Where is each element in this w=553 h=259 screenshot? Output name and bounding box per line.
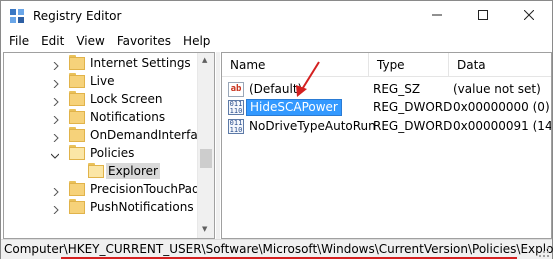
minimize-icon: [432, 9, 442, 23]
folder-icon: [69, 181, 85, 196]
folder-icon: [69, 199, 85, 214]
tree-item-live[interactable]: Live: [4, 72, 200, 90]
tree-item-label: Explorer: [106, 163, 160, 179]
menu-favorites[interactable]: Favorites: [111, 31, 177, 51]
string-value-icon: ab: [228, 82, 244, 97]
registry-path[interactable]: Computer\HKEY_CURRENT_USER\Software\Micr…: [4, 242, 553, 256]
tree-item-ondemandinterfacecache[interactable]: OnDemandInterfaceC: [4, 126, 214, 144]
folder-open-icon: [88, 163, 104, 178]
folder-icon: [69, 127, 85, 142]
column-header-data[interactable]: Data: [449, 53, 551, 77]
tree-item-label: Lock Screen: [90, 92, 163, 106]
window-title: Registry Editor: [33, 9, 122, 23]
minimize-button[interactable]: [414, 1, 460, 31]
value-row-nodrivetypeautorun[interactable]: 011 110 NoDriveTypeAutoRun REG_DWORD 0x0…: [222, 117, 551, 136]
tree-item-precisiontouchpad[interactable]: PrecisionTouchPad: [4, 180, 200, 198]
value-name: NoDriveTypeAutoRun: [249, 119, 376, 133]
scroll-up-arrow-icon[interactable]: ▲: [202, 56, 207, 64]
menu-edit[interactable]: Edit: [35, 31, 70, 51]
maximize-icon: [478, 9, 488, 23]
menu-file[interactable]: File: [1, 31, 35, 51]
scrollbar-thumb[interactable]: [200, 149, 212, 168]
value-row-hidescapower[interactable]: 011 110 HideSCAPower REG_DWORD 0x0000000…: [222, 98, 551, 117]
tree-item-label: Live: [90, 74, 115, 88]
dword-value-icon: 011 110: [228, 119, 244, 134]
status-bar: Computer\HKEY_CURRENT_USER\Software\Micr…: [1, 239, 553, 259]
registry-key-tree[interactable]: Internet Settings Live Lock Screen Notif…: [3, 52, 215, 239]
tree-item-pushnotifications[interactable]: PushNotifications: [4, 198, 200, 216]
close-icon: [523, 9, 535, 23]
chevron-right-icon[interactable]: [52, 203, 60, 215]
value-row-default[interactable]: ab (Default) REG_SZ (value not set): [222, 80, 551, 99]
menu-help[interactable]: Help: [177, 31, 216, 51]
tree-item-notifications[interactable]: Notifications: [4, 108, 200, 126]
folder-icon: [69, 73, 85, 88]
close-button[interactable]: [506, 1, 552, 31]
tree-item-policies[interactable]: Policies: [4, 144, 200, 162]
chevron-right-icon[interactable]: [52, 59, 60, 71]
tree-item-label: Notifications: [90, 110, 166, 124]
registry-editor-icon: [9, 8, 25, 24]
folder-open-icon: [69, 145, 85, 160]
tree-item-label: Policies: [90, 146, 135, 160]
value-type: REG_DWORD: [373, 100, 453, 114]
folder-icon: [69, 91, 85, 106]
list-header: Name Type Data: [222, 53, 551, 77]
dword-icon-bottom-digits: 110: [229, 107, 243, 115]
folder-icon: [69, 109, 85, 124]
chevron-right-icon[interactable]: [52, 185, 60, 197]
value-type: REG_SZ: [373, 82, 421, 96]
menu-bar: File Edit View Favorites Help: [1, 31, 552, 51]
chevron-right-icon[interactable]: [52, 113, 60, 125]
chevron-down-icon[interactable]: [50, 149, 60, 159]
tree-item-label: PushNotifications: [90, 200, 194, 214]
pane-splitter[interactable]: [216, 52, 220, 239]
value-data: 0x00000000 (0): [453, 100, 550, 114]
maximize-button[interactable]: [460, 1, 506, 31]
value-name: (Default): [249, 82, 303, 96]
value-name-rename-field[interactable]: HideSCAPower: [246, 99, 342, 116]
tree-vertical-scrollbar[interactable]: ▲ ▼: [197, 53, 214, 238]
tree-item-explorer[interactable]: Explorer: [4, 162, 200, 180]
dword-value-icon: 011 110: [228, 100, 244, 115]
menu-view[interactable]: View: [70, 31, 110, 51]
registry-values-list[interactable]: Name Type Data ab (Default) REG_SZ (valu…: [221, 52, 552, 239]
tree-item-internet-settings[interactable]: Internet Settings: [4, 54, 200, 72]
column-header-type[interactable]: Type: [369, 53, 449, 77]
registry-editor-window: Registry Editor File Edit View Favorites…: [0, 0, 553, 259]
folder-icon: [69, 55, 85, 70]
tree-item-label: OnDemandInterfaceC: [90, 128, 215, 142]
tree-item-label: Internet Settings: [90, 56, 191, 70]
tree-item-lock-screen[interactable]: Lock Screen: [4, 90, 200, 108]
resize-grip-icon[interactable]: [539, 247, 550, 258]
chevron-right-icon[interactable]: [52, 77, 60, 89]
dword-icon-bottom-digits: 110: [229, 126, 243, 134]
chevron-right-icon[interactable]: [52, 95, 60, 107]
chevron-right-icon[interactable]: [52, 131, 60, 143]
tree-item-label: PrecisionTouchPad: [90, 182, 200, 196]
value-data: 0x00000091 (145): [453, 119, 552, 133]
value-type: REG_DWORD: [373, 119, 453, 133]
scroll-down-arrow-icon[interactable]: ▼: [202, 225, 207, 233]
title-bar[interactable]: Registry Editor: [1, 1, 552, 31]
value-data: (value not set): [453, 82, 541, 96]
column-header-name[interactable]: Name: [222, 53, 369, 77]
